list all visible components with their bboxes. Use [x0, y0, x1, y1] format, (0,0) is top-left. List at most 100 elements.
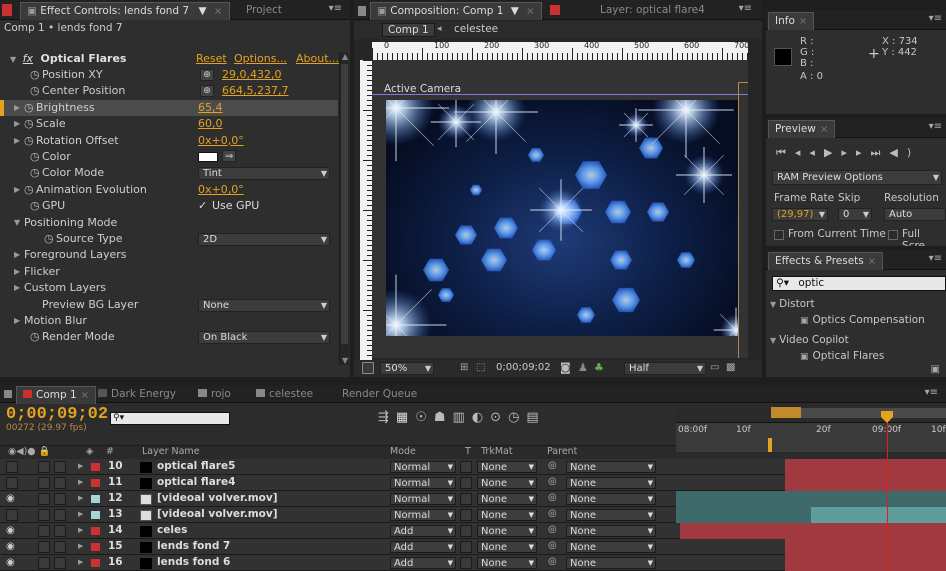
effect-prop-row[interactable]: ▶ Custom Layers [0, 280, 338, 296]
layer-name[interactable]: celes [157, 524, 187, 536]
layer-duration-bar[interactable] [811, 507, 946, 523]
stopwatch-icon[interactable]: ◷ [30, 198, 40, 214]
transparency-grid-icon[interactable]: ▩ [726, 362, 735, 373]
checkbox-icon[interactable]: ✓ [198, 198, 207, 214]
effect-prop-row[interactable]: ◷ Color ⇒ [0, 149, 338, 165]
stopwatch-icon[interactable]: ◷ [30, 165, 40, 181]
panel-menu-icon[interactable]: ▾≡ [739, 3, 752, 14]
expanded-arrow-icon[interactable]: ▼ [14, 215, 20, 231]
fx-item[interactable]: ▣ Optical Flares [800, 350, 884, 362]
layer-name-header[interactable]: Layer Name [142, 446, 200, 457]
eye-icon[interactable]: ◉ [6, 557, 15, 568]
panel-menu-icon[interactable]: ▾≡ [925, 387, 938, 398]
mode-dropdown[interactable]: Normal ▼ [390, 493, 456, 505]
trkmat-dropdown[interactable]: None ▼ [477, 525, 537, 537]
channel-icon[interactable]: ♣ [594, 361, 604, 374]
timeline-timecode[interactable]: 0;00;09;02 [6, 405, 108, 424]
eyedropper-icon[interactable]: ⇒ [222, 150, 237, 162]
audio-switch[interactable] [22, 541, 34, 553]
effect-prop-row[interactable]: ▶ Foreground Layers [0, 247, 338, 263]
layer-name[interactable]: optical flare5 [157, 460, 235, 472]
panel-grip-icon[interactable] [2, 4, 12, 16]
parent-dropdown[interactable]: None ▼ [566, 541, 656, 553]
live-update-icon[interactable]: ▦ [396, 410, 415, 425]
collapsed-arrow-icon[interactable]: ▶ [14, 247, 20, 263]
expand-arrow-icon[interactable]: ▶ [78, 526, 83, 534]
reset-link[interactable]: Reset [196, 51, 227, 67]
pickwhip-icon[interactable]: ◎ [548, 556, 557, 567]
prop-value[interactable]: 0x+0,0° [198, 182, 244, 198]
audio-icon[interactable]: ◀) [889, 146, 920, 159]
prop-value[interactable]: 29,0,432,0 [222, 67, 281, 83]
layer-name[interactable]: optical flare4 [157, 476, 235, 488]
parent-dropdown[interactable]: None ▼ [566, 525, 656, 537]
effect-prop-row[interactable]: ◷ Center Position ⊕ 664,5,237,7 [0, 83, 338, 99]
magnifier-icon[interactable] [362, 362, 374, 374]
last-frame-icon[interactable]: ⏭ [870, 146, 889, 159]
effect-prop-row[interactable]: ◷ Source Type 2D ▼ [0, 231, 338, 247]
panel-grip-icon[interactable] [358, 6, 366, 16]
panel-menu-icon[interactable]: ▾≡ [329, 3, 342, 14]
label-color[interactable] [91, 495, 100, 503]
pickwhip-icon[interactable]: ◎ [548, 476, 557, 487]
prop-dropdown[interactable]: On Black ▼ [198, 331, 330, 345]
audio-switch[interactable] [22, 493, 34, 505]
lock-switch[interactable] [54, 557, 66, 569]
trkmat-dropdown[interactable]: None ▼ [477, 557, 537, 569]
layer-duration-bar[interactable] [785, 555, 946, 571]
effect-header-row[interactable]: ▼ fx Optical Flares Reset Options... Abo… [0, 51, 339, 67]
layer-duration-bar[interactable] [785, 475, 946, 491]
collapsed-arrow-icon[interactable]: ▶ [14, 264, 20, 280]
comp-crumb[interactable]: celestee [454, 23, 498, 35]
solo-switch[interactable] [38, 541, 50, 553]
effects-search-input[interactable]: ⚲▾ optic [772, 276, 946, 291]
tab-composition[interactable]: ▣ Composition: Comp 1 ▼ × [370, 2, 542, 20]
eye-icon[interactable]: ◉ [6, 541, 15, 552]
pickwhip-icon[interactable]: ◎ [548, 508, 557, 519]
preserve-transparency-box[interactable] [460, 509, 472, 521]
table-row[interactable]: ▶ 10 optical flare5 Normal ▼ None ▼ ◎ None ▼ [0, 459, 946, 475]
table-row[interactable]: ◉ ▶ 16 lends fond 6 Add ▼ None ▼ ◎ None ▼ [0, 555, 946, 571]
stopwatch-icon[interactable]: ◷ [30, 83, 40, 99]
close-icon[interactable]: × [214, 6, 222, 17]
expanded-arrow-icon[interactable]: ▼ [770, 300, 776, 309]
lock-icon[interactable]: ▣ [27, 5, 37, 17]
layer-name[interactable]: lends fond 6 [157, 556, 230, 568]
ram-preview-options-dropdown[interactable]: RAM Preview Options ▼ [772, 170, 942, 185]
eye-icon[interactable]: ◉ [6, 525, 15, 536]
stopwatch-icon[interactable]: ◷ [24, 182, 34, 198]
collapsed-arrow-icon[interactable]: ▶ [14, 313, 20, 329]
comp-timecode[interactable]: 0;00;09;02 [496, 362, 551, 373]
lock-switch[interactable] [54, 461, 66, 473]
collapsed-arrow-icon[interactable]: ▶ [14, 280, 20, 296]
expanded-arrow-icon[interactable]: ▼ [770, 336, 776, 345]
pickwhip-icon[interactable]: ◎ [548, 460, 557, 471]
mode-dropdown[interactable]: Add ▼ [390, 525, 456, 537]
stopwatch-icon[interactable]: ◷ [30, 149, 40, 165]
video-switch[interactable] [6, 461, 18, 473]
panel-grip-icon[interactable] [4, 390, 12, 398]
effect-prop-row[interactable]: ◷ Position XY ⊕ 29,0,432,0 [0, 67, 338, 83]
crosshair-icon[interactable]: ⊕ [200, 69, 214, 81]
tab-timeline-dark-energy[interactable]: Dark Energy [92, 386, 182, 404]
parent-dropdown[interactable]: None ▼ [566, 461, 656, 473]
nav-arrow-icon[interactable]: ◂ [437, 24, 442, 34]
crosshair-icon[interactable]: ⊕ [200, 85, 214, 98]
prop-value[interactable]: 65,4 [198, 100, 223, 116]
mode-dropdown[interactable]: Normal ▼ [390, 477, 456, 489]
grid-icon[interactable]: ⊞ [460, 362, 468, 373]
trkmat-dropdown[interactable]: None ▼ [477, 541, 537, 553]
effect-prop-row[interactable]: ▶ Flicker [0, 264, 338, 280]
tab-effects-presets[interactable]: Effects & Presets × [768, 252, 884, 270]
solo-switch[interactable] [38, 509, 50, 521]
preserve-transparency-box[interactable] [460, 477, 472, 489]
expand-arrow-icon[interactable]: ▶ [78, 494, 83, 502]
lock-switch[interactable] [54, 509, 66, 521]
solo-switch[interactable] [38, 477, 50, 489]
stopwatch-icon[interactable]: ◷ [24, 133, 34, 149]
fx-icon[interactable]: fx [23, 52, 33, 65]
fx-category[interactable]: ▼ Video Copilot [770, 334, 849, 346]
playhead-line[interactable] [887, 415, 888, 571]
prop-dropdown[interactable]: None ▼ [198, 298, 330, 312]
full-screen-checkbox[interactable] [888, 230, 898, 240]
